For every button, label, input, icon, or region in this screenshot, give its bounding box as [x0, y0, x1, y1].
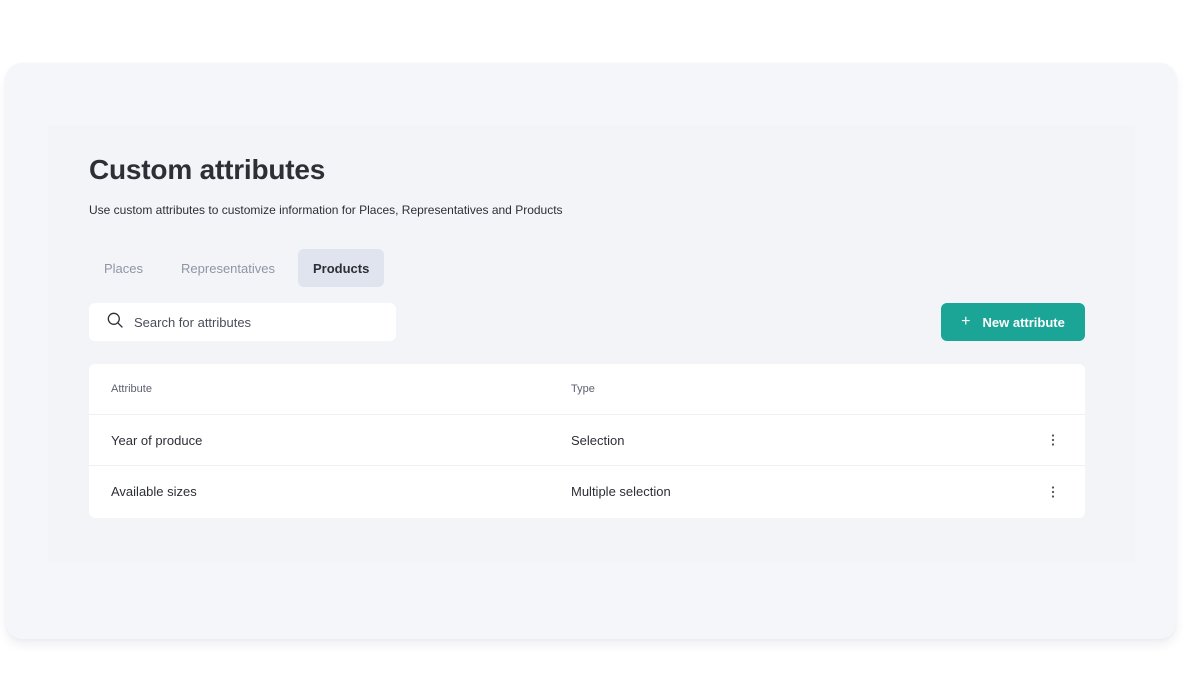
more-vertical-icon[interactable] — [1041, 466, 1065, 517]
table-row[interactable]: Available sizes Multiple selection — [89, 466, 1085, 517]
search-input[interactable] — [134, 314, 374, 330]
plus-icon: + — [961, 313, 971, 330]
attribute-name: Available sizes — [111, 484, 197, 499]
search-box[interactable] — [89, 303, 396, 341]
tab-products[interactable]: Products — [297, 249, 385, 287]
search-icon — [107, 312, 123, 333]
tab-places[interactable]: Places — [89, 249, 158, 287]
attributes-table: Attribute Type Year of produce Selection… — [89, 364, 1085, 518]
table-header: Attribute Type — [89, 364, 1085, 415]
app-window: Custom attributes Use custom attributes … — [6, 63, 1176, 639]
page-title: Custom attributes — [89, 154, 326, 185]
new-attribute-button[interactable]: + New attribute — [941, 303, 1085, 341]
custom-attributes-panel: Custom attributes Use custom attributes … — [48, 125, 1135, 562]
column-header-attribute: Attribute — [111, 383, 152, 395]
tab-representatives[interactable]: Representatives — [166, 249, 290, 287]
tab-bar: Places Representatives Products — [89, 249, 392, 287]
table-row[interactable]: Year of produce Selection — [89, 415, 1085, 466]
more-vertical-icon[interactable] — [1041, 415, 1065, 465]
attribute-name: Year of produce — [111, 432, 203, 448]
new-attribute-label: New attribute — [982, 314, 1065, 330]
page-subtitle: Use custom attributes to customize infor… — [89, 203, 563, 217]
column-header-type: Type — [571, 383, 595, 395]
attribute-type: Multiple selection — [571, 484, 671, 499]
attribute-type: Selection — [571, 432, 625, 448]
